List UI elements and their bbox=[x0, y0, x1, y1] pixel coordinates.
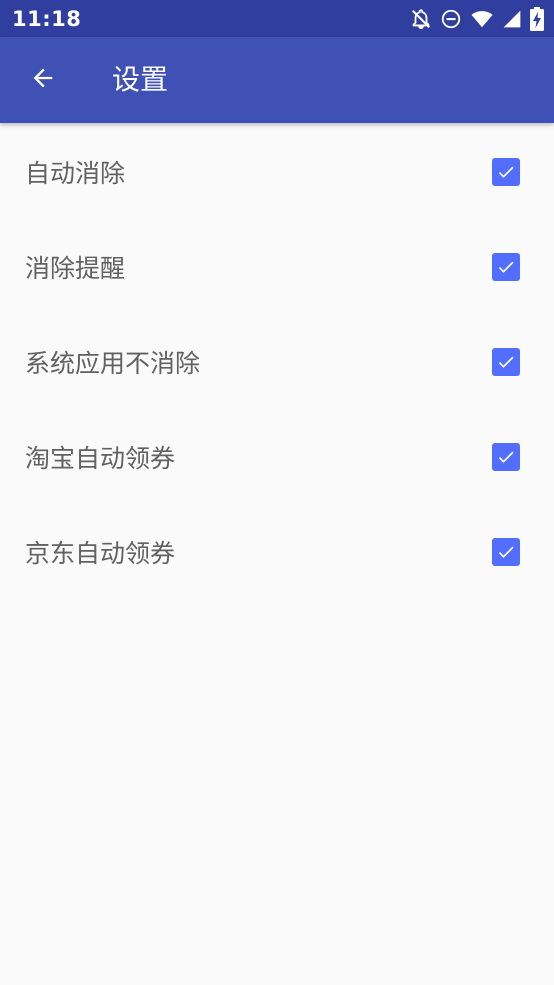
setting-taobao-coupons[interactable]: 淘宝自动领券 bbox=[0, 409, 554, 504]
status-icons bbox=[410, 6, 544, 31]
page-title: 设置 bbox=[112, 63, 169, 96]
app-bar: 设置 bbox=[0, 37, 554, 123]
notifications-off-icon bbox=[410, 8, 432, 30]
settings-list: 自动消除 消除提醒 系统应用不消除 淘宝自动领券 京东自动领券 bbox=[0, 124, 554, 599]
check-icon bbox=[498, 261, 514, 273]
setting-system-apps-exempt[interactable]: 系统应用不消除 bbox=[0, 314, 554, 409]
battery-charging-icon bbox=[530, 6, 544, 31]
status-time: 11:18 bbox=[12, 6, 82, 31]
setting-jd-coupons[interactable]: 京东自动领券 bbox=[0, 504, 554, 599]
setting-label: 京东自动领券 bbox=[25, 538, 176, 568]
wifi-icon bbox=[470, 8, 494, 30]
taobao-coupons-checkbox[interactable] bbox=[492, 442, 520, 471]
setting-dismiss-reminder[interactable]: 消除提醒 bbox=[0, 219, 554, 314]
status-bar: 11:18 bbox=[0, 0, 554, 37]
check-icon bbox=[498, 356, 514, 368]
setting-label: 系统应用不消除 bbox=[25, 348, 201, 378]
setting-auto-dismiss[interactable]: 自动消除 bbox=[0, 124, 554, 219]
do-not-disturb-icon bbox=[440, 8, 462, 30]
arrow-back-icon bbox=[29, 64, 57, 96]
cell-signal-icon bbox=[502, 9, 522, 29]
check-icon bbox=[498, 166, 514, 178]
check-icon bbox=[498, 546, 514, 558]
setting-label: 自动消除 bbox=[25, 158, 126, 188]
auto-dismiss-checkbox[interactable] bbox=[492, 157, 520, 186]
back-button[interactable] bbox=[22, 59, 64, 101]
jd-coupons-checkbox[interactable] bbox=[492, 537, 520, 566]
setting-label: 消除提醒 bbox=[25, 253, 126, 283]
system-apps-exempt-checkbox[interactable] bbox=[492, 347, 520, 376]
dismiss-reminder-checkbox[interactable] bbox=[492, 252, 520, 281]
setting-label: 淘宝自动领券 bbox=[25, 443, 176, 473]
check-icon bbox=[498, 451, 514, 463]
